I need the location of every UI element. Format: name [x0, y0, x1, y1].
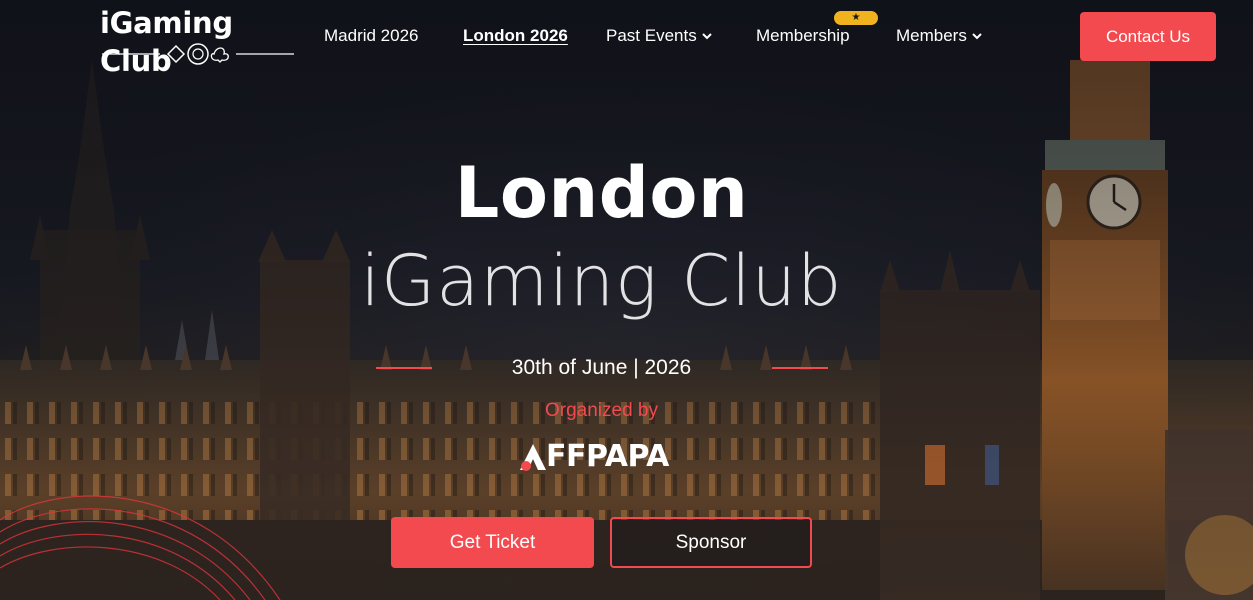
hero-title-brand: iGaming Club — [360, 240, 843, 322]
site-header: iGaming Club Madrid 2026 London 2026 Pas… — [0, 0, 1253, 78]
nav-item-label: Members — [896, 26, 967, 45]
chevron-down-icon — [972, 33, 982, 40]
igaming-club-logo[interactable]: iGaming Club — [100, 4, 296, 78]
nav-item-members[interactable]: Members — [896, 24, 983, 48]
affpapa-logo[interactable]: FFPAPA — [518, 440, 688, 474]
nav-item-label: Membership — [756, 26, 850, 45]
chevron-down-icon — [702, 33, 712, 40]
event-date-row: 30th of June | 2026 — [0, 354, 1203, 382]
nav-item-label: London 2026 — [463, 26, 568, 45]
hero-title-city: London — [454, 152, 749, 234]
nav-item-madrid[interactable]: Madrid 2026 — [324, 24, 419, 48]
affpapa-mark-icon — [520, 444, 546, 471]
event-date: 30th of June | 2026 — [511, 356, 692, 379]
nav-item-label: Past Events — [606, 26, 697, 45]
date-divider-right — [772, 367, 828, 369]
contact-us-button[interactable]: Contact Us — [1080, 12, 1216, 61]
star-icon: ★ — [834, 11, 878, 25]
nav-item-past-events[interactable]: Past Events — [606, 24, 713, 48]
nav-item-london[interactable]: London 2026 — [463, 24, 568, 48]
get-ticket-button[interactable]: Get Ticket — [391, 517, 594, 568]
casino-chips-ornament-icon — [102, 43, 294, 65]
organized-by-label: Organized by — [544, 400, 658, 421]
nav-item-membership[interactable]: Membership — [756, 24, 850, 48]
affpapa-logo-text: FFPAPA — [546, 439, 669, 474]
nav-item-label: Madrid 2026 — [324, 26, 419, 45]
sponsor-button[interactable]: Sponsor — [610, 517, 812, 568]
hero-section: London iGaming Club 30th of June | 2026 … — [0, 0, 1253, 600]
